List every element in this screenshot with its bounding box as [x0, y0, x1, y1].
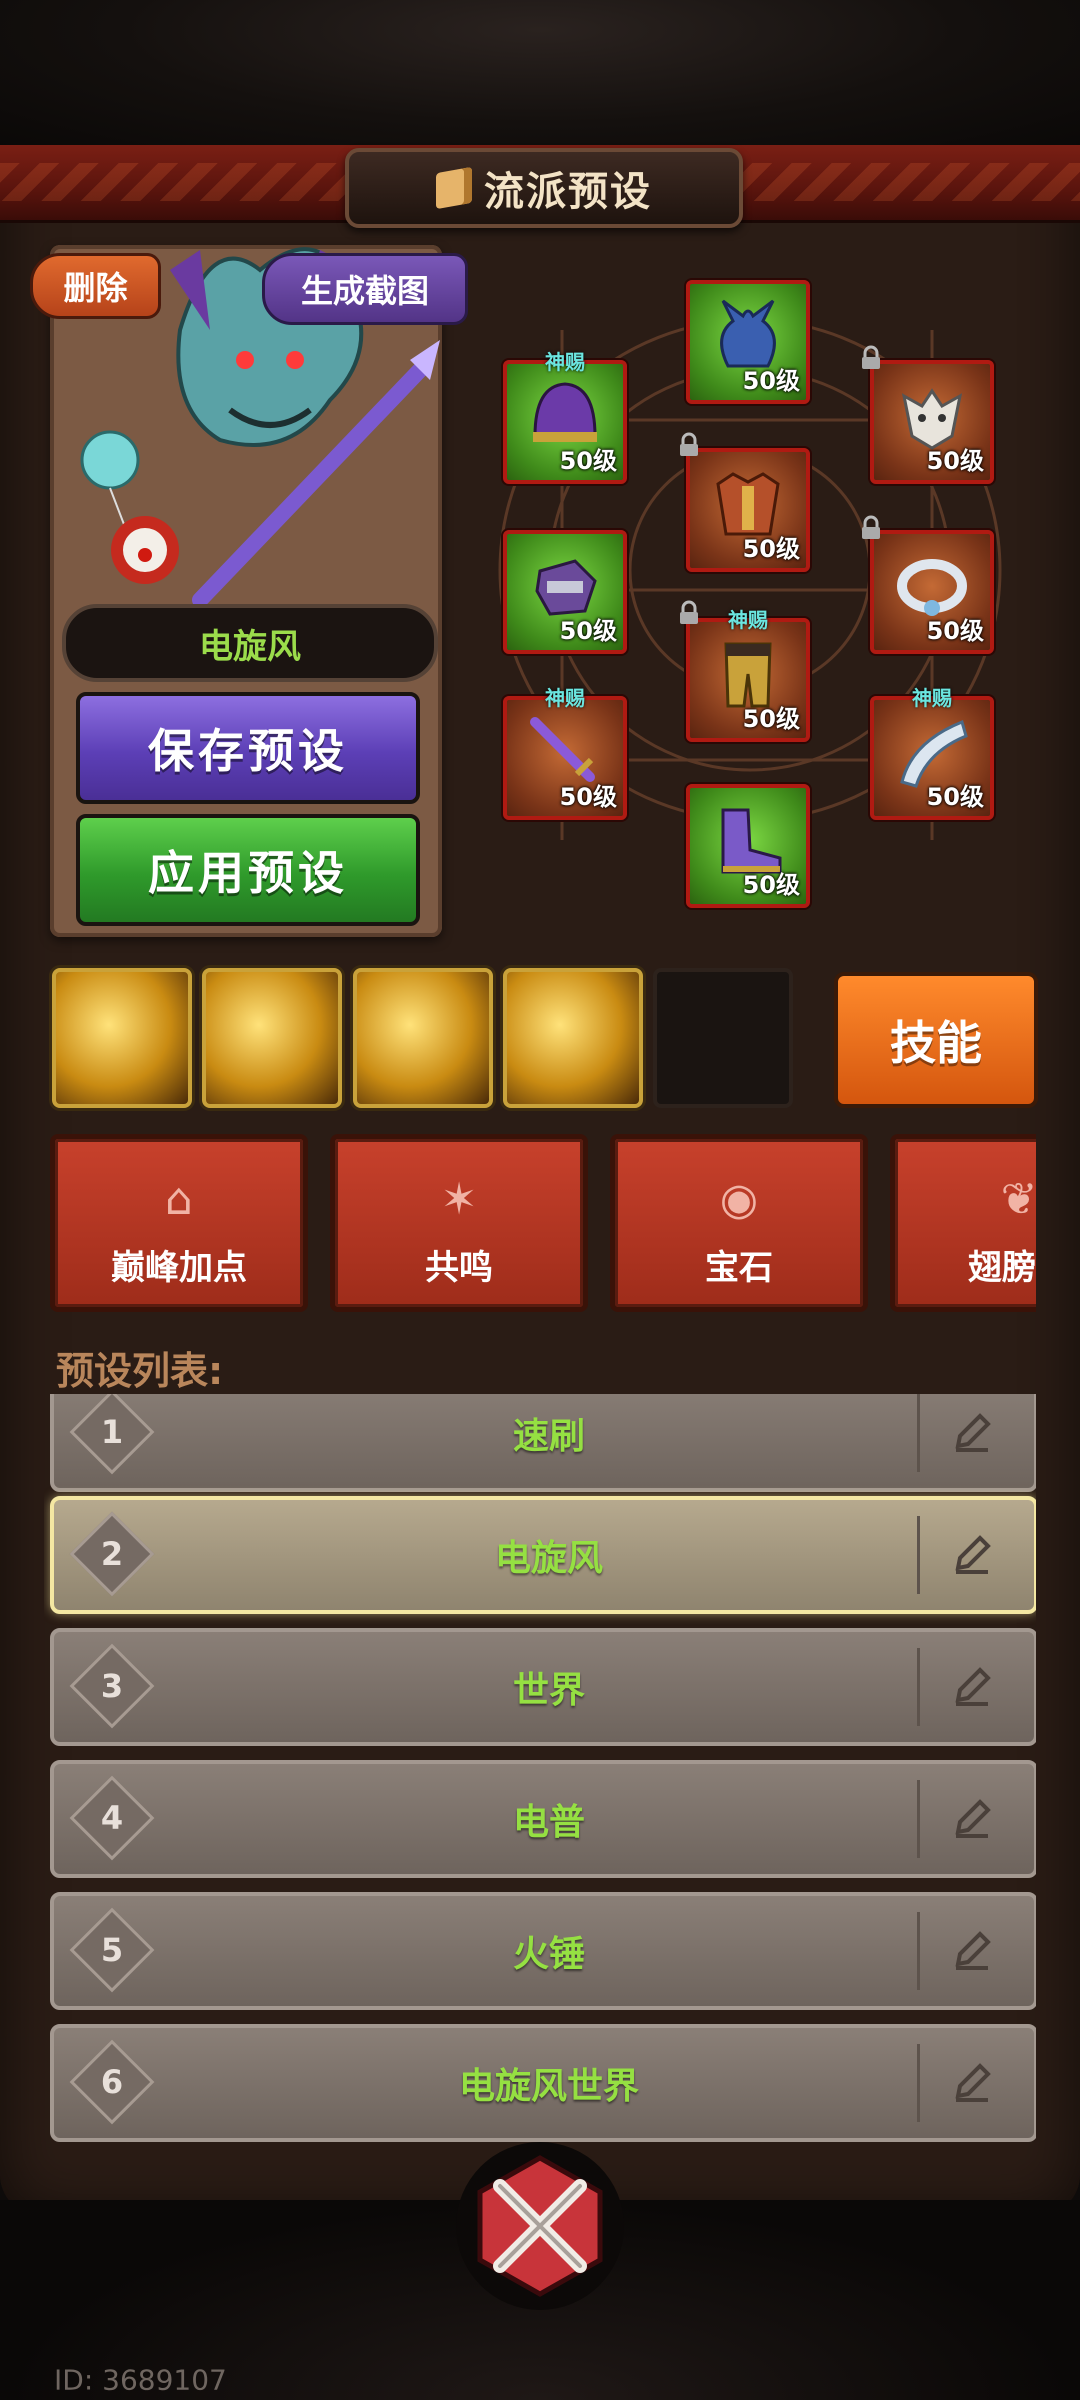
preset-list-title: 预设列表:	[56, 1349, 224, 1393]
generate-screenshot-button[interactable]: 生成截图	[262, 253, 468, 325]
level-label: 50级	[559, 447, 617, 475]
edit-pencil-icon[interactable]	[950, 1410, 994, 1454]
preset-row[interactable]: 3 世界	[50, 1628, 1036, 1746]
equip-slot-boots[interactable]: 50级	[686, 784, 810, 908]
tab-label: 共鸣	[425, 1248, 493, 1288]
preset-row[interactable]: 6 电旋风世界	[50, 2024, 1036, 2142]
skill-slot-2[interactable]	[202, 968, 342, 1108]
equip-slot-weapon[interactable]: 神赐 50级	[503, 686, 627, 820]
preset-row[interactable]: 1 速刷	[50, 1394, 1036, 1492]
upgrade-house-icon: ⌂	[165, 1174, 193, 1225]
edit-pencil-icon[interactable]	[950, 1532, 994, 1576]
edit-pencil-icon[interactable]	[950, 1796, 994, 1840]
tab-peak-points[interactable]: ⌂ 巅峰加点	[50, 1134, 308, 1312]
row-index-badge: 6	[69, 2039, 155, 2125]
page-title: 流派预设	[484, 169, 652, 215]
tab-resonance[interactable]: ✶ 共鸣	[330, 1134, 588, 1312]
edit-pencil-icon[interactable]	[950, 1664, 994, 1708]
level-label: 50级	[742, 535, 800, 563]
delete-button[interactable]: 删除	[30, 253, 161, 319]
level-label: 50级	[559, 617, 617, 645]
equip-slot-chest-armor[interactable]: 50级	[686, 448, 810, 572]
divine-badge: 神赐	[545, 350, 585, 374]
save-preset-button[interactable]: 保存预设	[76, 692, 420, 804]
edit-pencil-icon[interactable]	[950, 2060, 994, 2104]
row-index-badge: 1	[69, 1394, 155, 1475]
preset-row[interactable]: 5 火锤	[50, 1892, 1036, 2010]
wings-icon: ❦	[1000, 1174, 1036, 1225]
equip-slot-legs[interactable]: 神赐 50级	[686, 608, 810, 742]
level-label: 50级	[559, 783, 617, 811]
tab-label: 宝石	[705, 1248, 773, 1288]
level-label: 50级	[742, 367, 800, 395]
divine-badge: 神赐	[728, 608, 768, 632]
tab-wings[interactable]: ❦ 翅膀信	[890, 1134, 1036, 1312]
preset-name: 电普	[512, 1802, 585, 1843]
preset-name: 电旋风世界	[458, 2066, 639, 2107]
divider	[917, 1648, 920, 1726]
divine-badge: 神赐	[545, 686, 585, 710]
divider	[917, 1912, 920, 1990]
top-background	[0, 0, 1080, 150]
equip-slot-beast-mask[interactable]: 50级	[870, 360, 994, 484]
divider	[917, 1394, 920, 1472]
row-index-badge: 2	[69, 1511, 155, 1597]
preset-name: 火锤	[512, 1934, 585, 1975]
skills-button[interactable]: 技能	[834, 972, 1038, 1108]
close-button[interactable]	[452, 2138, 628, 2314]
level-label: 50级	[926, 447, 984, 475]
tab-gems[interactable]: ◉ 宝石	[610, 1134, 868, 1312]
gem-icon: ◉	[719, 1174, 759, 1225]
equip-slot-horn[interactable]: 神赐 50级	[870, 686, 994, 820]
preset-row[interactable]: 4 电普	[50, 1760, 1036, 1878]
skill-slot-4[interactable]	[503, 968, 643, 1108]
preset-row-selected[interactable]: 2 电旋风	[50, 1496, 1036, 1614]
tab-label: 翅膀信	[968, 1248, 1036, 1288]
equip-slot-gauntlets[interactable]: 50级	[503, 530, 627, 654]
level-label: 50级	[926, 783, 984, 811]
row-index-badge: 5	[69, 1907, 155, 1993]
level-label: 50级	[742, 871, 800, 899]
level-label: 50级	[742, 705, 800, 733]
divider	[917, 1516, 920, 1594]
divider	[917, 1780, 920, 1858]
preset-name: 速刷	[512, 1416, 585, 1457]
lock-icon	[862, 515, 880, 539]
preset-list[interactable]: 1 速刷 2 电旋风 3 世界 4 电普 5 火锤 6 电旋风世界	[44, 1394, 1036, 2164]
function-tabs: ⌂ 巅峰加点 ✶ 共鸣 ◉ 宝石 ❦ 翅膀信	[44, 1128, 1036, 1318]
edit-pencil-icon[interactable]	[950, 1928, 994, 1972]
equip-slot-helmet[interactable]: 神赐 50级	[503, 350, 627, 484]
tab-label: 巅峰加点	[111, 1248, 247, 1288]
skill-slot-empty[interactable]	[653, 968, 793, 1108]
skill-slot-1[interactable]	[52, 968, 192, 1108]
preset-name: 世界	[512, 1670, 585, 1711]
equip-slot-necklace[interactable]: 50级	[870, 530, 994, 654]
lock-icon	[680, 432, 698, 456]
preset-name: 电旋风	[494, 1538, 603, 1579]
skill-slot-3[interactable]	[353, 968, 493, 1108]
divine-badge: 神赐	[912, 686, 952, 710]
apply-preset-button[interactable]: 应用预设	[76, 814, 420, 926]
build-name-plate: 电旋风	[62, 604, 438, 682]
resonance-star-icon: ✶	[440, 1174, 478, 1225]
lock-icon	[680, 600, 698, 624]
row-index-badge: 3	[69, 1643, 155, 1729]
level-label: 50级	[926, 617, 984, 645]
book-icon	[436, 166, 472, 210]
row-index-badge: 4	[69, 1775, 155, 1861]
equip-slot-horned-helm[interactable]: 50级	[686, 280, 810, 404]
lock-icon	[862, 345, 880, 369]
user-id: ID: 3689107	[54, 2363, 227, 2397]
divider	[917, 2044, 920, 2122]
